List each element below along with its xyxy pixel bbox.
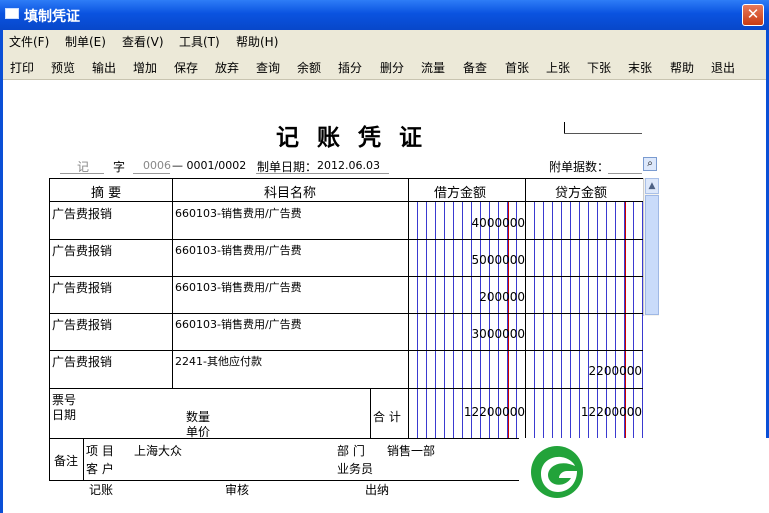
row2-summary[interactable]: 广告费报销 xyxy=(52,242,112,259)
total-credit: 12200000 xyxy=(580,405,642,419)
save-button[interactable]: 保存 xyxy=(174,59,198,76)
voucher-number: — 0001/0002 xyxy=(172,159,247,172)
row-border xyxy=(49,313,643,314)
blank-mark xyxy=(564,122,565,133)
debit-decimal-line xyxy=(508,202,509,438)
type-underline xyxy=(60,173,104,174)
row3-account[interactable]: 660103-销售费用/广告费 xyxy=(175,279,302,295)
add-button[interactable]: 增加 xyxy=(133,59,157,76)
table-top-border xyxy=(49,178,643,179)
print-button[interactable]: 打印 xyxy=(10,59,34,76)
exit-button[interactable]: 退出 xyxy=(711,59,735,76)
credit-decimal-line xyxy=(625,202,626,438)
col-divider-account xyxy=(172,178,173,388)
row-border xyxy=(49,350,643,351)
dept-label: 部 门 xyxy=(337,444,365,458)
scroll-thumb[interactable] xyxy=(645,195,659,315)
menu-file[interactable]: 文件(F) xyxy=(9,33,49,50)
export-button[interactable]: 输出 xyxy=(92,59,116,76)
balance-button[interactable]: 余额 xyxy=(297,59,321,76)
row-border xyxy=(49,276,643,277)
row-border xyxy=(49,388,643,389)
footer-border xyxy=(49,438,519,439)
memo-button[interactable]: 备查 xyxy=(463,59,487,76)
row1-debit[interactable]: 4000000 xyxy=(410,216,525,230)
close-button[interactable]: ✕ xyxy=(742,4,764,26)
zi-label: 字 xyxy=(113,160,126,174)
row4-summary[interactable]: 广告费报销 xyxy=(52,316,112,333)
next-button[interactable]: 下张 xyxy=(587,59,611,76)
date-underline xyxy=(256,173,389,174)
first-button[interactable]: 首张 xyxy=(505,59,529,76)
dept-value: 销售一部 xyxy=(387,444,436,458)
menu-view[interactable]: 查看(V) xyxy=(122,33,164,50)
delete-row-button[interactable]: 删分 xyxy=(380,59,404,76)
remark-label: 备注 xyxy=(54,454,79,468)
cashier-label: 出纳 xyxy=(365,483,390,497)
remark-bottom-border xyxy=(49,480,519,481)
menu-tools[interactable]: 工具(T) xyxy=(179,33,220,50)
row1-summary[interactable]: 广告费报销 xyxy=(52,205,112,222)
header-debit: 借方金额 xyxy=(434,186,487,201)
leaf-logo-icon xyxy=(531,446,583,498)
project-value: 上海大众 xyxy=(134,444,183,458)
query-button[interactable]: 查询 xyxy=(256,59,280,76)
prev-button[interactable]: 上张 xyxy=(546,59,570,76)
number-underline xyxy=(133,173,170,174)
row4-debit[interactable]: 3000000 xyxy=(410,327,525,341)
total-debit: 12200000 xyxy=(463,405,525,419)
cashflow-button[interactable]: 流量 xyxy=(421,59,445,76)
footer-date-label: 日期 xyxy=(52,408,77,422)
row2-debit[interactable]: 5000000 xyxy=(410,253,525,267)
row1-account[interactable]: 660103-销售费用/广告费 xyxy=(175,205,302,221)
row5-credit[interactable]: 2200000 xyxy=(526,364,642,378)
row2-account[interactable]: 660103-销售费用/广告费 xyxy=(175,242,302,258)
header-account: 科目名称 xyxy=(264,186,317,201)
project-label: 项 目 xyxy=(86,444,114,458)
scroll-up-icon[interactable]: ▲ xyxy=(645,178,659,194)
insert-row-button[interactable]: 插分 xyxy=(338,59,362,76)
voucher-date[interactable]: 2012.06.03 xyxy=(317,159,380,172)
menu-voucher[interactable]: 制单(E) xyxy=(65,33,106,50)
header-summary: 摘 要 xyxy=(91,186,122,201)
row3-debit[interactable]: 200000 xyxy=(410,290,525,304)
window-title: 填制凭证 xyxy=(24,9,80,25)
row5-summary[interactable]: 广告费报销 xyxy=(52,353,112,370)
window-icon xyxy=(5,8,19,19)
salesman-label: 业务员 xyxy=(337,462,374,476)
attach-underline xyxy=(608,173,642,174)
header-credit: 贷方金额 xyxy=(555,186,608,201)
blank-underline xyxy=(564,133,642,134)
customer-label: 客 户 xyxy=(86,462,114,476)
total-label: 合 计 xyxy=(373,410,401,424)
toolbar: 打印 预览 输出 增加 保存 放弃 查询 余额 插分 删分 流量 备查 首张 上… xyxy=(3,52,766,80)
preview-button[interactable]: 预览 xyxy=(51,59,75,76)
menu-bar: 文件(F) 制单(E) 查看(V) 工具(T) 帮助(H) xyxy=(3,30,766,52)
title-bar: 填制凭证 ✕ xyxy=(0,0,769,30)
search-icon[interactable]: ⌕ xyxy=(643,157,657,171)
help-button[interactable]: 帮助 xyxy=(670,59,694,76)
attach-label: 附单据数： xyxy=(549,160,610,174)
menu-help[interactable]: 帮助(H) xyxy=(236,33,278,50)
bookkeeper-label: 记账 xyxy=(89,483,114,497)
table-left-border xyxy=(49,178,50,481)
remark-divider xyxy=(83,438,84,481)
total-divider xyxy=(370,388,371,438)
auditor-label: 审核 xyxy=(225,483,250,497)
discard-button[interactable]: 放弃 xyxy=(215,59,239,76)
voucher-number-prefix[interactable]: 0006 xyxy=(143,159,171,172)
last-button[interactable]: 末张 xyxy=(628,59,652,76)
row-border xyxy=(49,239,643,240)
voucher-title: 记 账 凭 证 xyxy=(276,124,428,151)
row4-account[interactable]: 660103-销售费用/广告费 xyxy=(175,316,302,332)
row3-summary[interactable]: 广告费报销 xyxy=(52,279,112,296)
row5-account[interactable]: 2241-其他应付款 xyxy=(175,353,262,369)
table-scrollbar[interactable]: ▲ xyxy=(643,178,659,316)
